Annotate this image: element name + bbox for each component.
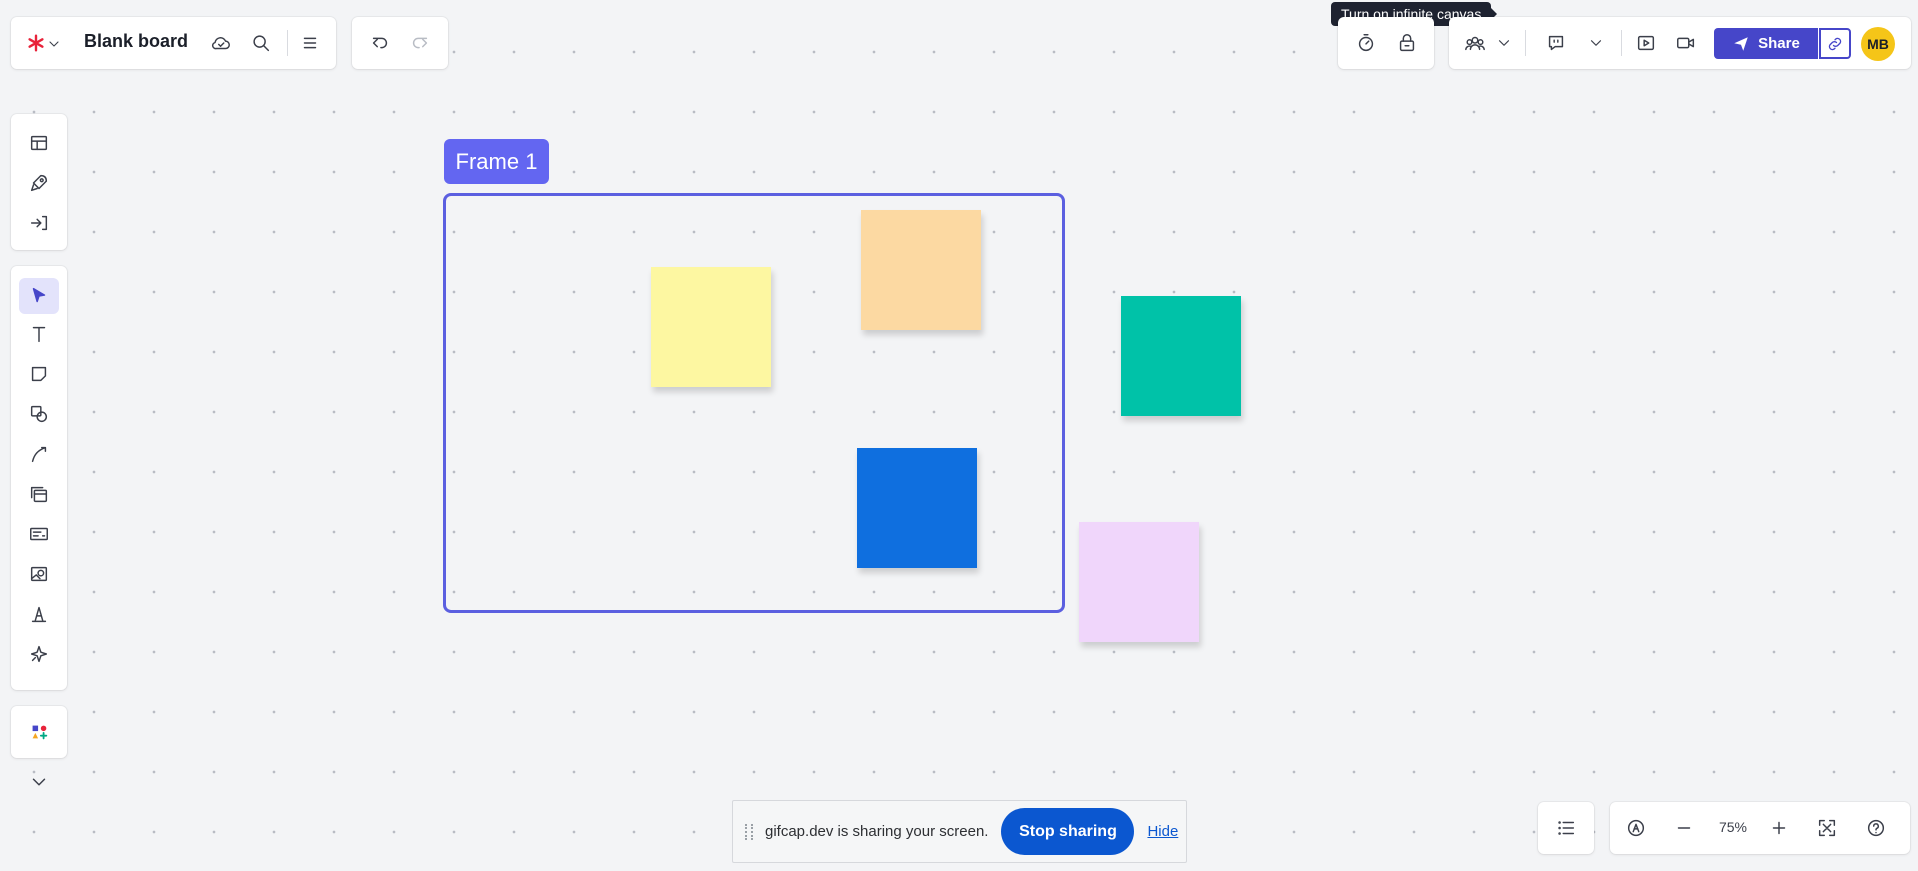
screen-share-message: gifcap.dev is sharing your screen. <box>765 823 989 840</box>
outline-list-icon[interactable] <box>1550 812 1582 844</box>
more-shapes-icon[interactable] <box>23 716 55 748</box>
share-button[interactable]: Share <box>1714 28 1818 59</box>
hide-link[interactable]: Hide <box>1147 823 1178 840</box>
avatar[interactable]: MB <box>1861 27 1895 61</box>
redo-icon[interactable] <box>404 27 436 59</box>
navigator-icon[interactable] <box>1620 812 1652 844</box>
undo-icon[interactable] <box>364 27 396 59</box>
drag-handle-icon[interactable] <box>745 823 753 840</box>
divider <box>1525 30 1526 56</box>
share-label: Share <box>1758 35 1800 52</box>
zoom-in-icon[interactable] <box>1763 812 1795 844</box>
link-icon <box>1828 37 1842 50</box>
frame-label[interactable]: Frame 1 <box>444 139 549 184</box>
sticky-note-blue[interactable] <box>857 448 977 568</box>
connector-icon[interactable] <box>23 438 55 470</box>
import-icon[interactable] <box>23 207 55 239</box>
chevron-down-icon[interactable] <box>1490 27 1518 59</box>
copy-link-button[interactable] <box>1819 28 1851 59</box>
image-icon[interactable] <box>23 558 55 590</box>
chevron-down-icon[interactable] <box>42 28 66 60</box>
divider <box>287 30 288 56</box>
shapes-icon[interactable] <box>23 398 55 430</box>
cloud-saved-icon[interactable] <box>205 27 237 59</box>
help-icon[interactable] <box>1860 812 1892 844</box>
divider <box>1621 30 1622 56</box>
menu-icon[interactable] <box>294 27 326 59</box>
video-call-icon[interactable] <box>1670 27 1702 59</box>
present-icon[interactable] <box>1630 27 1662 59</box>
board-title[interactable]: Blank board <box>84 31 188 52</box>
zoom-out-icon[interactable] <box>1668 812 1700 844</box>
quick-start-icon[interactable] <box>23 167 55 199</box>
sticky-note-icon[interactable] <box>23 358 55 390</box>
chevron-down-icon[interactable] <box>1582 27 1610 59</box>
comment-icon[interactable] <box>1540 27 1572 59</box>
select-pointer-icon[interactable] <box>19 278 59 314</box>
chevron-down-icon[interactable] <box>23 766 55 798</box>
ai-sparkle-icon[interactable] <box>23 638 55 670</box>
container-icon[interactable] <box>23 478 55 510</box>
lock-board-icon[interactable] <box>1391 27 1423 59</box>
card-icon[interactable] <box>23 518 55 550</box>
collaborators-icon[interactable] <box>1459 27 1491 59</box>
send-icon <box>1734 36 1748 51</box>
fit-screen-icon[interactable] <box>1811 812 1843 844</box>
timer-icon[interactable] <box>1350 27 1382 59</box>
draw-icon[interactable] <box>23 598 55 630</box>
sticky-note-orange[interactable] <box>861 210 981 330</box>
stop-sharing-button[interactable]: Stop sharing <box>1001 808 1135 855</box>
templates-icon[interactable] <box>23 127 55 159</box>
sticky-note-teal[interactable] <box>1121 296 1241 416</box>
zoom-level[interactable]: 75% <box>1716 819 1750 835</box>
text-icon[interactable] <box>23 318 55 350</box>
screen-share-bar: gifcap.dev is sharing your screen. Stop … <box>732 800 1187 863</box>
sticky-note-yellow[interactable] <box>651 267 771 387</box>
search-icon[interactable] <box>245 27 277 59</box>
sticky-note-lavender[interactable] <box>1079 522 1199 642</box>
